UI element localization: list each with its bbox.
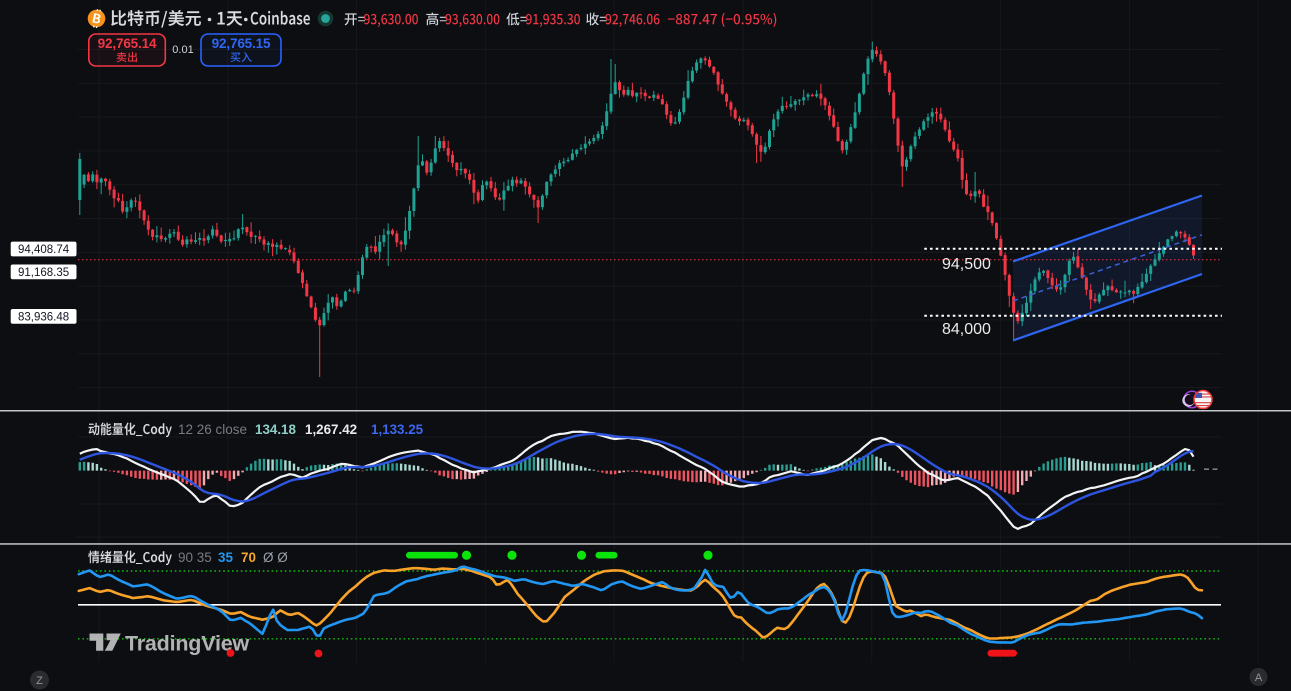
svg-text:1,267.42: 1,267.42 [305,422,357,437]
svg-text:Ø Ø: Ø Ø [263,550,288,565]
svg-text:134.18: 134.18 [255,422,297,437]
svg-text:94,500: 94,500 [942,256,991,273]
svg-text:1,133.25: 1,133.25 [371,422,424,437]
svg-text:91,168.35: 91,168.35 [18,267,69,279]
svg-text:12 26 close: 12 26 close [178,422,247,437]
svg-text:0.01: 0.01 [172,44,193,56]
svg-text:92,765.14: 92,765.14 [98,36,157,51]
svg-text:83,936.48: 83,936.48 [18,311,69,323]
svg-text:70: 70 [241,550,256,565]
svg-text:35: 35 [218,550,233,565]
svg-text:Z: Z [36,675,43,687]
svg-text:84,000: 84,000 [942,321,991,338]
svg-text:92,765.15: 92,765.15 [212,36,271,51]
svg-text:90 35: 90 35 [178,550,212,565]
svg-text:94,408.74: 94,408.74 [18,244,70,256]
svg-text:A: A [1255,672,1263,684]
